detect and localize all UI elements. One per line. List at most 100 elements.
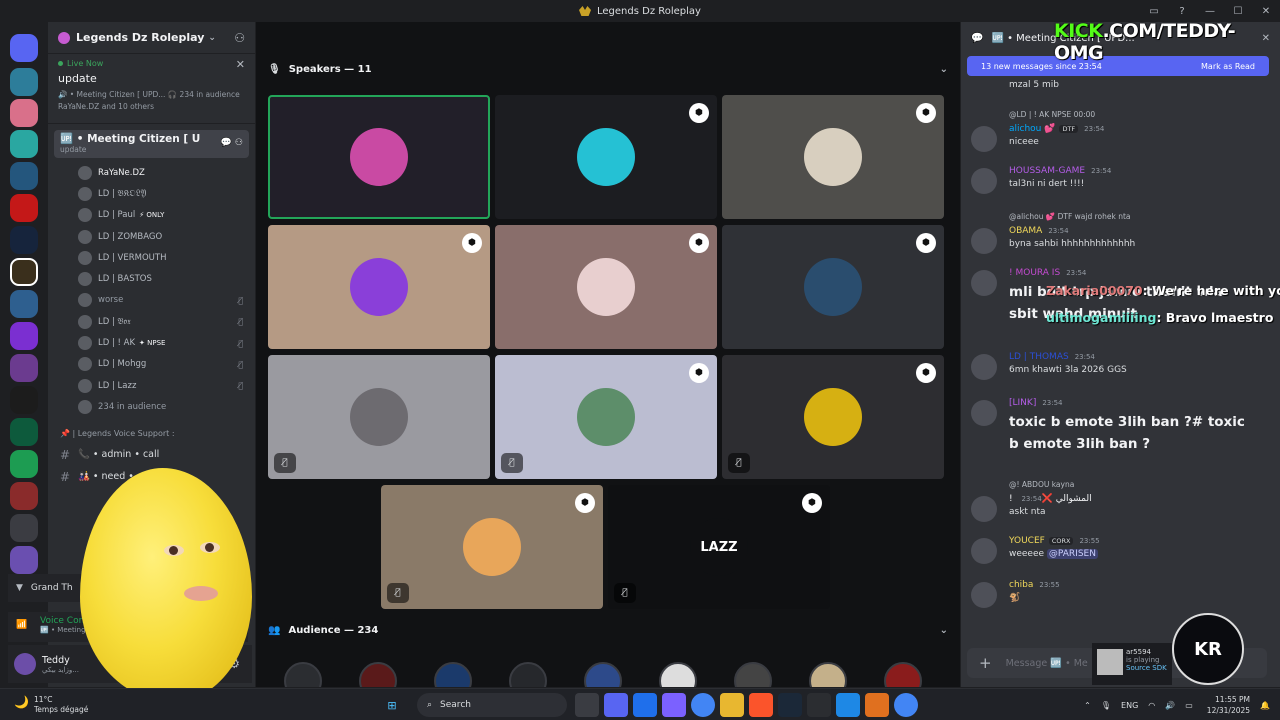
avatar[interactable] [659,662,697,687]
obs-icon[interactable] [807,693,831,717]
stage-member[interactable]: LD | 𝔅𝔎𝔒𝔏𝔜 [48,183,255,204]
avatar[interactable] [284,662,322,687]
avatar[interactable] [971,582,997,608]
chevron-up-icon[interactable]: ⌃ [1084,701,1091,710]
message-author[interactable]: chiba [1009,580,1033,590]
chevron-down-icon[interactable]: ⌄ [940,625,948,636]
windows-start-icon[interactable]: ⊞ [380,693,404,717]
message-author[interactable]: [LINK] [1009,398,1036,408]
server-icon[interactable] [10,482,38,510]
server-icon[interactable] [10,386,38,414]
message-author[interactable]: YOUCEF [1009,536,1045,546]
copilot-icon[interactable] [662,693,686,717]
speakers-header[interactable]: 🎙 Speakers — 11 ⌄ [268,64,948,75]
invite-people-icon[interactable]: ⚇ [234,31,245,45]
avatar[interactable] [971,270,997,296]
avatar[interactable] [809,662,847,687]
stage-member[interactable]: RaYaNe.DZ [48,162,255,183]
stage-member[interactable]: 234 in audience [48,396,255,417]
avatar[interactable] [509,662,547,687]
message-author[interactable]: HOUSSAM-GAME [1009,166,1085,176]
avatar[interactable] [884,662,922,687]
stage-member[interactable]: LD | Lazz 🎙̸ [48,375,255,396]
stage-member[interactable]: LD | BASTOS [48,268,255,289]
speaker-tile[interactable]: ⬢ [722,95,944,219]
speaker-tile[interactable]: ⬢ [268,225,490,349]
close-icon[interactable]: ✕ [236,58,245,71]
speaker-tile[interactable]: 🎙̸ [268,355,490,479]
volume-icon[interactable]: 🔊 [1165,701,1175,710]
folder-icon[interactable] [720,693,744,717]
plus-icon[interactable]: + [979,654,992,672]
stage-member[interactable]: LD | Mohgg 🎙̸ [48,354,255,375]
discord-icon[interactable] [604,693,628,717]
message-author[interactable]: LD | THOMAS [1009,352,1069,362]
server-icon[interactable] [10,418,38,446]
speaker-tile[interactable] [268,95,490,219]
message-author[interactable]: alichou 💕 [1009,124,1055,134]
microphone-icon[interactable]: 🎙 [1101,701,1111,710]
brave-icon[interactable] [749,693,773,717]
avatar[interactable] [971,538,997,564]
clock[interactable]: 11:55 PM 12/31/2025 [1207,694,1250,716]
avatar[interactable] [971,354,997,380]
avatar[interactable] [14,653,36,675]
task-view-icon[interactable] [575,693,599,717]
server-icon[interactable] [10,99,38,127]
message-author[interactable]: ! MOURA IS [1009,268,1060,278]
avatar[interactable] [971,400,997,426]
app-icon[interactable] [865,693,889,717]
audience-header[interactable]: 👥 Audience — 234 ⌄ [268,625,948,636]
steam-icon[interactable] [778,693,802,717]
server-icon[interactable] [10,546,38,574]
server-icon[interactable] [10,450,38,478]
server-icon[interactable] [10,162,38,190]
speaker-tile[interactable]: LAZZ ⬢ 🎙̸ [608,485,830,609]
stage-member[interactable]: LD | Paul ⚡ ONLY [48,205,255,226]
category-legends-voice-support[interactable]: 📌 | Legends Voice Support : [48,424,255,444]
minimize-button[interactable]: — [1196,0,1224,22]
speaker-tile[interactable]: ⬢ [495,225,717,349]
wifi-icon[interactable]: ◠ [1148,701,1155,710]
server-icon[interactable] [10,226,38,254]
notification-bell-icon[interactable]: 🔔 [1260,701,1270,710]
speaker-tile[interactable]: ⬢ 🎙̸ [495,355,717,479]
reply-preview[interactable]: @alichou 💕 DTF wajd rohek nta [1009,212,1131,221]
chevron-down-icon[interactable]: ⌄ [940,64,948,75]
speaker-tile[interactable]: ⬢ 🎙̸ [381,485,603,609]
server-icon[interactable] [10,68,38,96]
weather-widget[interactable]: 🌙 11°C Temps dégagé [14,695,88,715]
avatar[interactable] [971,496,997,522]
user-mention[interactable]: @PARISEN [1046,549,1098,559]
server-icon[interactable] [10,322,38,350]
reply-preview[interactable]: @LD | ! AK NPSE 00:00 [1009,110,1095,119]
stage-member[interactable]: worse 🎙̸ [48,290,255,311]
avatar[interactable] [434,662,472,687]
message-author[interactable]: OBAMA [1009,226,1042,236]
battery-icon[interactable]: ▭ [1185,701,1193,710]
taskbar-search[interactable]: ⌕ Search [417,693,567,717]
stage-member[interactable]: LD | ZOMBAGO [48,226,255,247]
language-indicator[interactable]: ENG [1121,701,1138,710]
stage-member[interactable]: LD | VERMOUTH [48,247,255,268]
stage-member[interactable]: LD | 𝔅𝔬𝔵 🎙̸ [48,311,255,332]
server-icon[interactable] [10,194,38,222]
speaker-tile[interactable]: ⬢ [495,95,717,219]
stage-member[interactable]: LD | ! AK ✦ NPSE 🎙̸ [48,332,255,353]
home-icon[interactable] [10,34,38,62]
avatar[interactable] [734,662,772,687]
avatar[interactable] [584,662,622,687]
help-icon[interactable]: ? [1168,0,1196,22]
steam-notification[interactable]: ar5594 is playing Source SDK [1092,643,1172,685]
chrome-icon[interactable] [894,693,918,717]
reply-preview[interactable]: @! ABDOU kayna [1009,480,1074,489]
stage-channel-meeting-citizen[interactable]: 🆙 • Meeting Citizen [ UPD... update 💬 ⚇ [54,130,249,158]
server-icon[interactable] [10,130,38,158]
avatar[interactable] [971,168,997,194]
chrome-icon[interactable] [691,693,715,717]
server-icon[interactable] [10,514,38,542]
close-button[interactable]: ✕ [1252,0,1280,22]
text-channel-admin-call[interactable]: # 📞 • admin • call [48,444,255,466]
avatar[interactable] [971,126,997,152]
avatar[interactable] [971,228,997,254]
